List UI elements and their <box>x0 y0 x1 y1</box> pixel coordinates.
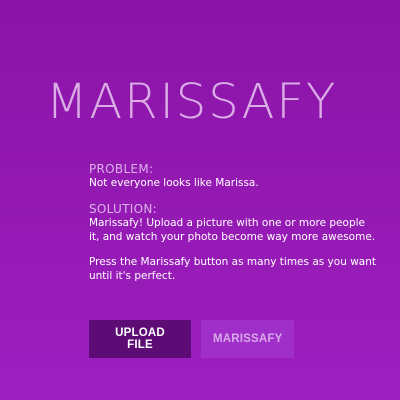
solution-label: SOLUTION: <box>89 201 157 216</box>
action-buttons: UPLOAD FILE MARISSAFY <box>89 320 294 358</box>
instructions-line-1: Press the Marissafy button as many times… <box>89 255 376 268</box>
instructions-line-2: until it's perfect. <box>89 270 176 282</box>
description: PROBLEM: Not everyone looks like Marissa… <box>89 162 400 284</box>
solution-text-line-2: it, and watch your photo become way more… <box>89 231 376 243</box>
page-title: MARISSAFY <box>46 74 338 130</box>
solution-text-line-1: Marissafy! Upload a picture with one or … <box>89 216 365 229</box>
marissafy-button[interactable]: MARISSAFY <box>201 320 294 358</box>
problem-label: PROBLEM: <box>89 162 154 176</box>
upload-file-button[interactable]: UPLOAD FILE <box>89 320 191 358</box>
page: MARISSAFY PROBLEM: Not everyone looks li… <box>0 0 400 400</box>
problem-text: Not everyone looks like Marissa. <box>89 177 259 189</box>
